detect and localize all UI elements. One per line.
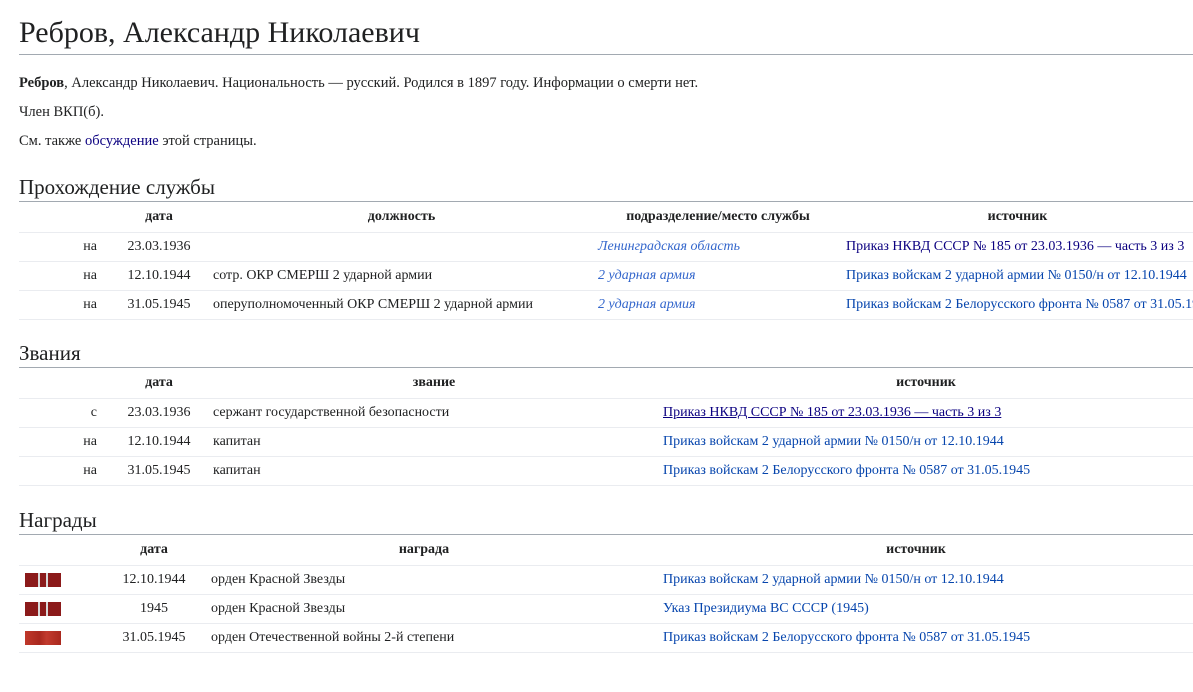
table-row: на 31.05.1945 оперуполномоченный ОКР СМЕ… [19,290,1193,320]
awards-heading: Награды [19,508,1193,535]
date-preposition: на [19,456,109,486]
source-link[interactable]: Приказ войскам 2 ударной армии № 0150/н … [846,268,1187,283]
service-date: 23.03.1936 [109,232,209,262]
red-star-ribbon-icon[interactable] [25,572,61,587]
ranks-header-row: дата звание источник [19,368,1193,399]
intro-paragraph: Ребров, Александр Николаевич. Национальн… [19,73,1193,93]
discussion-link[interactable]: обсуждение [85,133,159,149]
column-header-source: источник [842,202,1193,233]
table-row: на 12.10.1944 сотр. ОКР СМЕРШ 2 ударной … [19,261,1193,291]
award-date: 12.10.1944 [99,565,209,595]
rank-title: капитан [209,427,659,457]
award-name: орден Красной Звезды [209,565,639,595]
see-also: См. также обсуждение этой страницы. [19,133,257,149]
service-position: оперуполномоченный ОКР СМЕРШ 2 ударной а… [209,290,594,320]
service-date: 31.05.1945 [109,290,209,320]
awards-header-row: дата награда источник [19,535,1193,566]
service-table: дата должность подразделение/место служб… [19,202,1193,320]
source-link[interactable]: Приказ войскам 2 Белорусского фронта № 0… [663,630,1030,645]
column-header-unit: подразделение/место службы [594,202,842,233]
intro-text: , Александр Николаевич. Национальность —… [64,75,699,91]
page-title: Ребров, Александр Николаевич [19,0,1193,55]
table-row: на 23.03.1936 Ленинградская область Прик… [19,232,1193,262]
source-link[interactable]: Приказ войскам 2 ударной армии № 0150/н … [663,572,1004,587]
service-date: 12.10.1944 [109,261,209,291]
rank-date: 12.10.1944 [109,427,209,457]
table-row: 12.10.1944 орден Красной Звезды Приказ в… [19,565,1193,595]
date-preposition: на [19,427,109,457]
rank-date: 23.03.1936 [109,398,209,428]
source-link[interactable]: Приказ войскам 2 Белорусского фронта № 0… [663,463,1030,478]
patriotic-war-ribbon-icon[interactable] [25,630,61,645]
rank-title: сержант государственной безопасности [209,398,659,428]
award-name: орден Красной Звезды [209,594,639,624]
awards-table: дата награда источник 12.10.1944 орден К… [19,535,1193,653]
service-heading: Прохождение службы [19,175,1193,202]
date-preposition: на [19,290,109,320]
award-date: 1945 [99,594,209,624]
person-surname: Ребров [19,75,65,91]
unit-link[interactable]: Ленинградская область [598,239,740,254]
date-preposition: на [19,232,109,262]
column-header-date: дата [99,535,209,566]
column-header-position: должность [209,202,594,233]
column-header-source: источник [659,368,1193,399]
service-position [209,232,594,262]
source-link[interactable]: Указ Президиума ВС СССР (1945) [663,601,869,616]
article: Ребров, Александр Николаевич Ребров, Але… [19,0,1193,653]
date-preposition: с [19,398,109,428]
column-header-award: награда [209,535,639,566]
award-date: 31.05.1945 [99,623,209,653]
unit-link[interactable]: 2 ударная армия [598,268,695,283]
source-link[interactable]: Приказ НКВД СССР № 185 от 23.03.1936 — ч… [846,239,1184,254]
rank-title: капитан [209,456,659,486]
table-row: на 31.05.1945 капитан Приказ войскам 2 Б… [19,456,1193,486]
service-header-row: дата должность подразделение/место служб… [19,202,1193,233]
rank-date: 31.05.1945 [109,456,209,486]
column-header-rank: звание [209,368,659,399]
table-row: с 23.03.1936 сержант государственной без… [19,398,1193,428]
unit-link[interactable]: 2 ударная армия [598,297,695,312]
red-star-ribbon-icon[interactable] [25,601,61,616]
service-position: сотр. ОКР СМЕРШ 2 ударной армии [209,261,594,291]
source-link[interactable]: Приказ войскам 2 Белорусского фронта № 0… [846,297,1193,312]
ranks-table: дата звание источник с 23.03.1936 сержан… [19,368,1193,486]
date-preposition: на [19,261,109,291]
column-header-date: дата [109,368,209,399]
source-link[interactable]: Приказ войскам 2 ударной армии № 0150/н … [663,434,1004,449]
ranks-heading: Звания [19,341,1193,368]
table-row: на 12.10.1944 капитан Приказ войскам 2 у… [19,427,1193,457]
party-membership: Член ВКП(б). [19,104,104,120]
table-row: 31.05.1945 орден Отечественной войны 2-й… [19,623,1193,653]
source-link[interactable]: Приказ НКВД СССР № 185 от 23.03.1936 — ч… [663,405,1001,420]
column-header-date: дата [109,202,209,233]
award-name: орден Отечественной войны 2-й степени [209,623,639,653]
table-row: 1945 орден Красной Звезды Указ Президиум… [19,594,1193,624]
column-header-source: источник [639,535,1193,566]
